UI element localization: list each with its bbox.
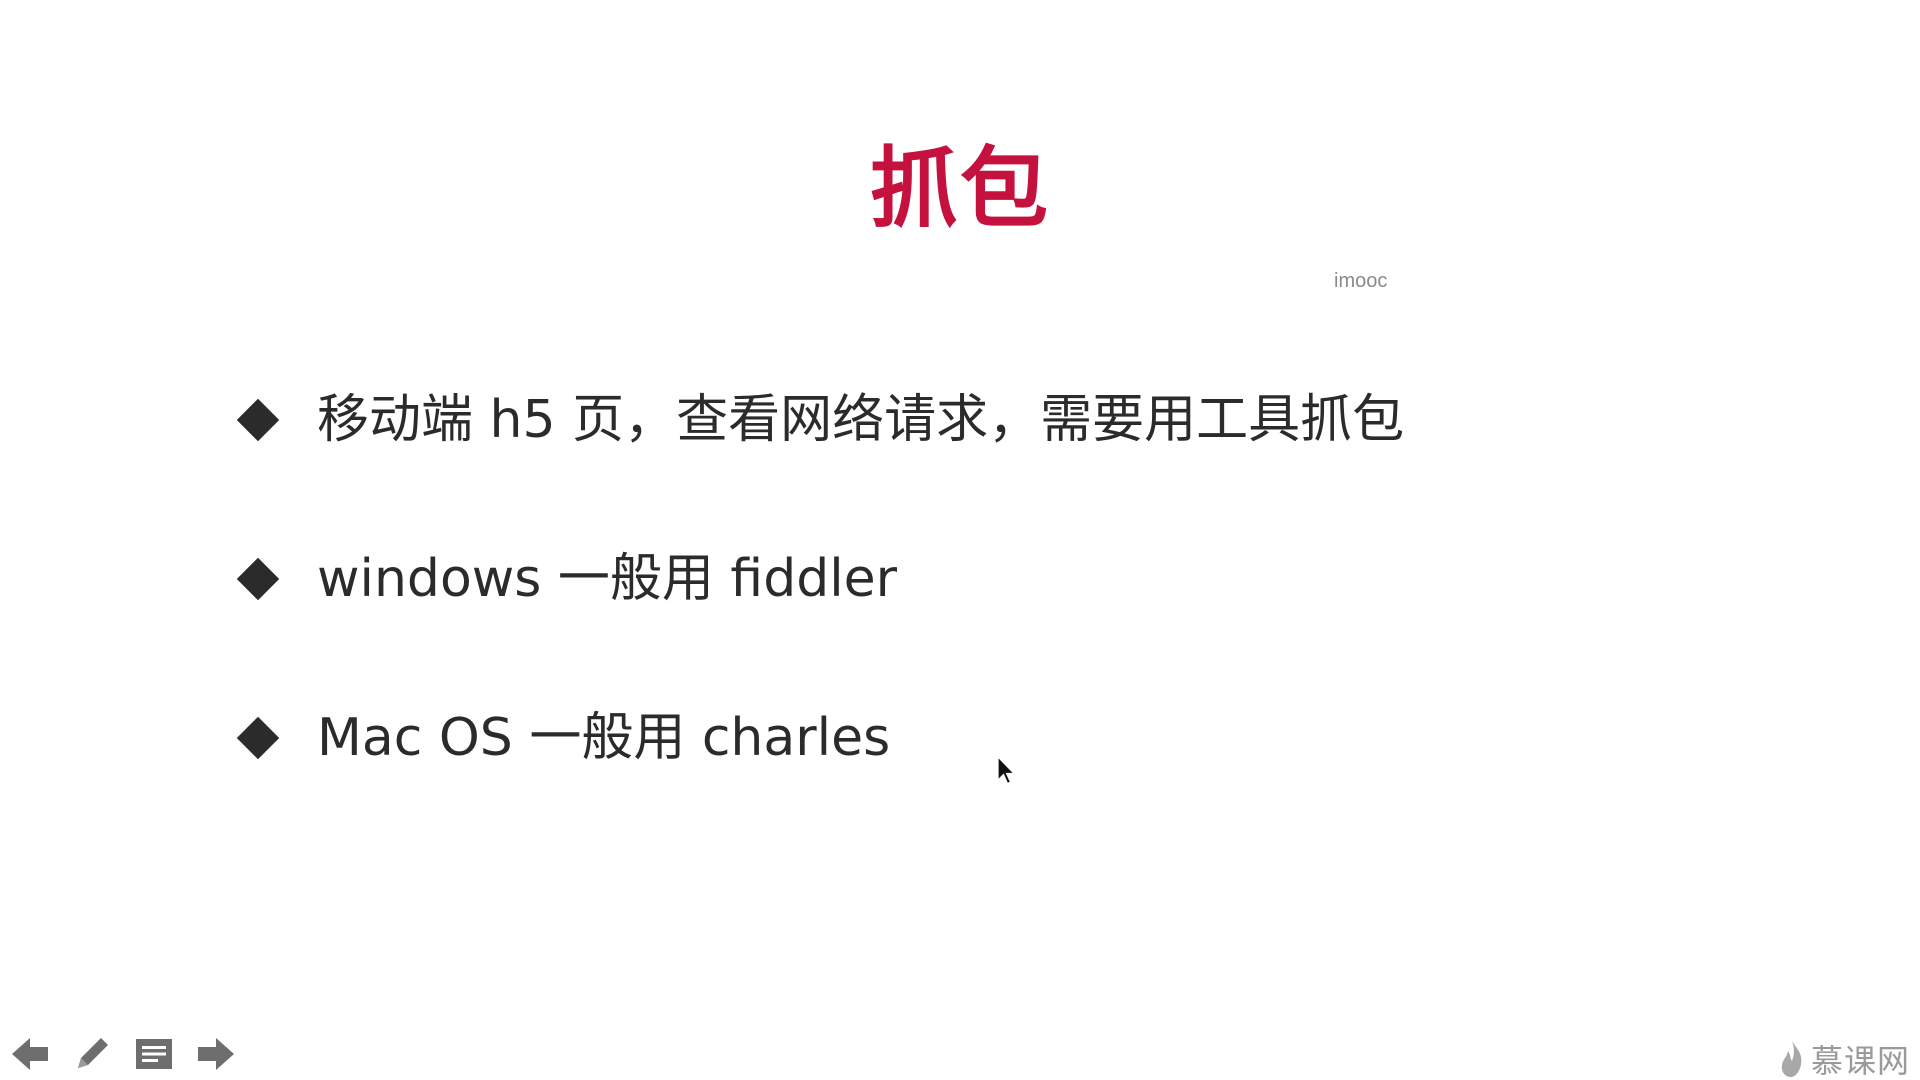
bullet-text: windows 一般用 fiddler xyxy=(317,549,898,609)
slide-title: 抓包 xyxy=(869,137,1050,240)
mouse-cursor-icon xyxy=(997,756,1016,785)
list-item: 移动端 h5 页，查看网络请求，需要用工具抓包 xyxy=(232,380,1404,460)
list-item: Mac OS 一般用 charles xyxy=(232,698,1404,778)
presentation-toolbar xyxy=(10,1034,236,1074)
notes-button[interactable] xyxy=(134,1034,174,1074)
watermark-text: imooc xyxy=(1334,270,1388,292)
previous-slide-button[interactable] xyxy=(10,1034,50,1074)
brand-name: 慕课网 xyxy=(1810,1042,1910,1080)
slide: 抓包 imooc 移动端 h5 页，查看网络请求，需要用工具抓包 windows… xyxy=(0,0,1920,1080)
pencil-icon xyxy=(78,1038,108,1068)
next-slide-button[interactable] xyxy=(196,1034,236,1074)
bullet-text: 移动端 h5 页，查看网络请求，需要用工具抓包 xyxy=(317,390,1405,450)
diamond-bullet-icon xyxy=(236,716,280,760)
list-item: windows 一般用 fiddler xyxy=(232,539,1404,619)
flame-logo-icon xyxy=(1781,1041,1802,1077)
bullet-list: 移动端 h5 页，查看网络请求，需要用工具抓包 windows 一般用 fidd… xyxy=(232,380,1404,857)
diamond-bullet-icon xyxy=(236,398,280,442)
arrow-left-icon xyxy=(12,1038,48,1070)
arrow-right-icon xyxy=(198,1038,234,1070)
notes-icon xyxy=(136,1039,172,1069)
brand-logo: 慕课网 xyxy=(1779,1036,1910,1080)
diamond-bullet-icon xyxy=(236,557,280,601)
pen-tool-button[interactable] xyxy=(72,1034,112,1074)
bullet-text: Mac OS 一般用 charles xyxy=(317,708,891,768)
